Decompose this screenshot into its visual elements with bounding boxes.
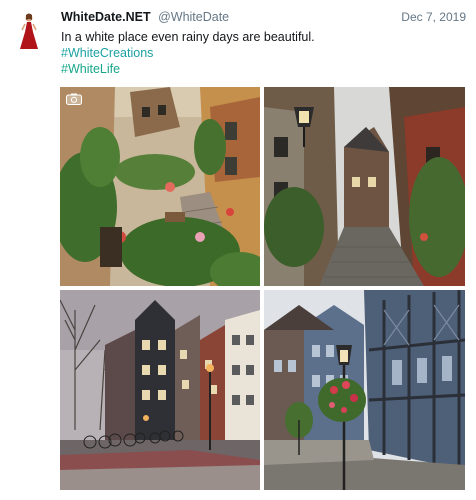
- tweet-card: WhiteDate.NET @WhiteDate Dec 7, 2019 In …: [0, 0, 476, 500]
- photo-grid: [60, 87, 465, 490]
- photo-1[interactable]: [60, 87, 260, 286]
- hashtag-whitecreations[interactable]: #WhiteCreations: [61, 45, 315, 61]
- avatar[interactable]: [16, 12, 42, 50]
- hashtag-whitelife[interactable]: #WhiteLife: [61, 61, 315, 77]
- photo-3-image: [60, 290, 260, 490]
- photo-2-image: [264, 87, 465, 286]
- camera-icon: [66, 93, 82, 105]
- author-handle[interactable]: @WhiteDate: [158, 10, 229, 24]
- photo-4-image: [264, 290, 465, 490]
- tweet-header: WhiteDate.NET @WhiteDate Dec 7, 2019: [61, 10, 466, 28]
- author-name[interactable]: WhiteDate.NET: [61, 10, 151, 24]
- tweet-date[interactable]: Dec 7, 2019: [401, 10, 466, 24]
- woman-in-red-dress-avatar-icon: [20, 13, 38, 49]
- photo-4[interactable]: [264, 290, 465, 490]
- photo-3[interactable]: [60, 290, 260, 490]
- photo-2[interactable]: [264, 87, 465, 286]
- tweet-body: In a white place even rainy days are bea…: [61, 30, 315, 44]
- photo-1-image: [60, 87, 260, 286]
- tweet-text: In a white place even rainy days are bea…: [61, 29, 315, 77]
